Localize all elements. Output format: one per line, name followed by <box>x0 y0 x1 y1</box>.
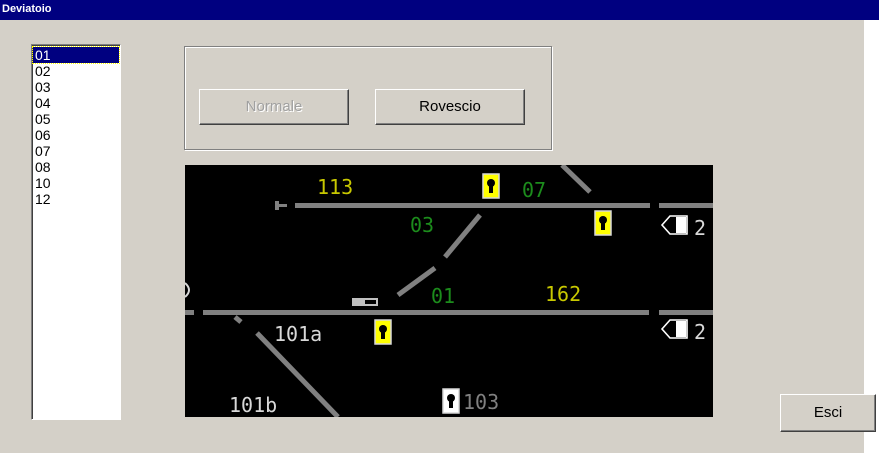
signal-103-icon <box>442 388 460 414</box>
switch-label-03: 03 <box>410 213 434 237</box>
edge-label-top: 2 <box>694 216 706 240</box>
section-label-113: 113 <box>317 175 353 199</box>
track-bumper-icon <box>275 201 279 210</box>
edge-label-mid: 2 <box>694 320 706 344</box>
list-item[interactable]: 10 <box>33 175 119 191</box>
track-segment-mid-right <box>659 310 713 315</box>
list-item[interactable]: 12 <box>33 191 119 207</box>
track-diagonal-101a <box>233 315 243 324</box>
rovescio-button[interactable]: Rovescio <box>375 89 525 125</box>
esci-button[interactable]: Esci <box>780 394 876 432</box>
list-item[interactable]: 05 <box>33 111 119 127</box>
track-diagonal-03-upper <box>443 213 482 259</box>
section-label-103: 103 <box>463 390 499 414</box>
list-item[interactable]: 06 <box>33 127 119 143</box>
track-segment-113 <box>295 203 650 208</box>
signal-07-icon <box>482 173 500 199</box>
track-diagonal-07 <box>560 165 592 194</box>
list-item[interactable]: 08 <box>33 159 119 175</box>
edge-signal-mid-icon <box>660 319 688 339</box>
track-diagram: 113 07 03 01 162 101a 101b 103 2 2 <box>185 165 713 417</box>
section-label-101a: 101a <box>274 322 322 346</box>
window-title: Deviatoio <box>0 0 879 20</box>
list-item[interactable]: 07 <box>33 143 119 159</box>
track-diagram-svg: 113 07 03 01 162 101a 101b 103 2 2 <box>185 165 713 417</box>
track-arc-left <box>185 282 190 298</box>
edge-signal-top-icon <box>660 215 688 235</box>
signal-101a-icon <box>374 319 392 345</box>
track-stub-left <box>185 310 194 315</box>
section-label-162: 162 <box>545 282 581 306</box>
switch-label-07: 07 <box>522 178 546 202</box>
track-segment-01-162 <box>203 310 649 315</box>
section-label-101b: 101b <box>229 393 277 417</box>
track-stub <box>279 204 287 207</box>
list-item[interactable]: 04 <box>33 95 119 111</box>
list-item[interactable]: 01 <box>32 46 120 64</box>
list-item[interactable]: 02 <box>33 63 119 79</box>
signal-03-icon <box>594 210 612 236</box>
list-item[interactable]: 03 <box>33 79 119 95</box>
window-edge <box>864 20 879 453</box>
track-segment-top-right <box>659 203 713 208</box>
switch-listbox[interactable]: 01 02 03 04 05 06 07 08 10 12 <box>31 44 121 420</box>
track-diagonal-03-lower <box>396 265 437 298</box>
normale-button[interactable]: Normale <box>199 89 349 125</box>
shunt-signal-inner <box>365 300 376 304</box>
switch-label-01: 01 <box>431 284 455 308</box>
